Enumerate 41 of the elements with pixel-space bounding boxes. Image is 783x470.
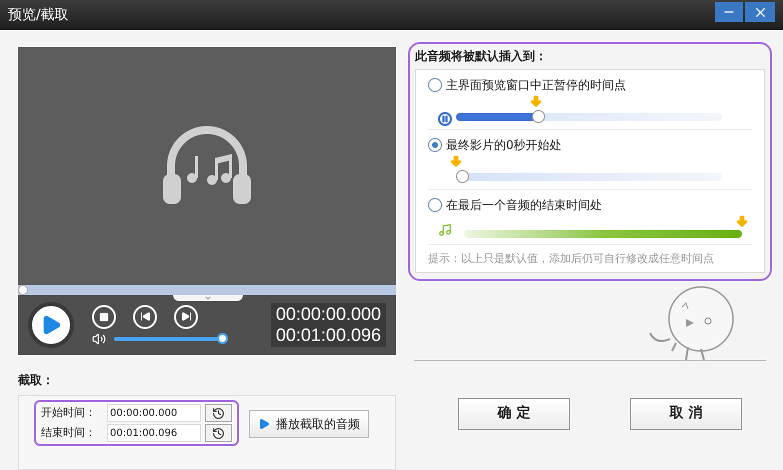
volume-icon (92, 332, 106, 346)
pause-icon (438, 112, 452, 126)
time-label: 开始时间： (41, 404, 97, 421)
window-title: 预览/截取 (8, 6, 69, 24)
volume-slider[interactable] (114, 333, 228, 344)
stop-button[interactable] (92, 304, 116, 328)
progress-slider[interactable] (18, 285, 396, 295)
ok-button[interactable]: 确 定 (458, 398, 570, 430)
history-button[interactable] (205, 424, 232, 442)
insert-option[interactable]: 最终影片的0秒开始处 (428, 136, 752, 154)
time-input[interactable]: 00:00:00.000 (107, 404, 201, 422)
current-time: 00:00:00.000 (276, 304, 381, 325)
insert-slider[interactable] (456, 110, 722, 123)
play-crop-button[interactable]: 播放截取的音频 (249, 410, 369, 438)
collapse-tab[interactable] (173, 295, 243, 301)
music-note-icon (438, 223, 452, 237)
history-button[interactable] (205, 404, 232, 422)
previous-button[interactable] (133, 304, 157, 328)
insert-heading: 此音频将被默认插入到： (415, 48, 548, 65)
close-button[interactable] (745, 2, 775, 22)
marker-arrow-icon (735, 214, 749, 228)
history-icon (212, 406, 225, 420)
next-button[interactable] (174, 304, 198, 328)
insert-option[interactable]: 在最后一个音频的结束时间处 (428, 196, 752, 214)
play-icon (258, 418, 270, 430)
insert-slider[interactable] (456, 170, 722, 183)
time-input[interactable]: 00:01:00.096 (107, 424, 201, 442)
insert-option[interactable]: 主界面预览窗口中正暂停的时间点 (428, 76, 752, 94)
cancel-button[interactable]: 取 消 (630, 398, 742, 430)
next-icon (180, 311, 192, 322)
history-icon (212, 426, 225, 440)
chevron-down-icon (204, 294, 212, 302)
stop-icon (99, 312, 109, 322)
hint-text: 提示：以上只是默认值，添加后仍可自行修改成任意时间点 (428, 251, 715, 267)
previous-icon (140, 311, 150, 322)
crop-heading: 截取： (18, 372, 55, 389)
total-time: 00:01:00.096 (276, 325, 381, 346)
time-label: 结束时间： (41, 424, 97, 441)
marker-arrow-icon (449, 154, 463, 168)
marker-arrow-icon (528, 94, 543, 108)
play-button[interactable] (28, 302, 74, 348)
